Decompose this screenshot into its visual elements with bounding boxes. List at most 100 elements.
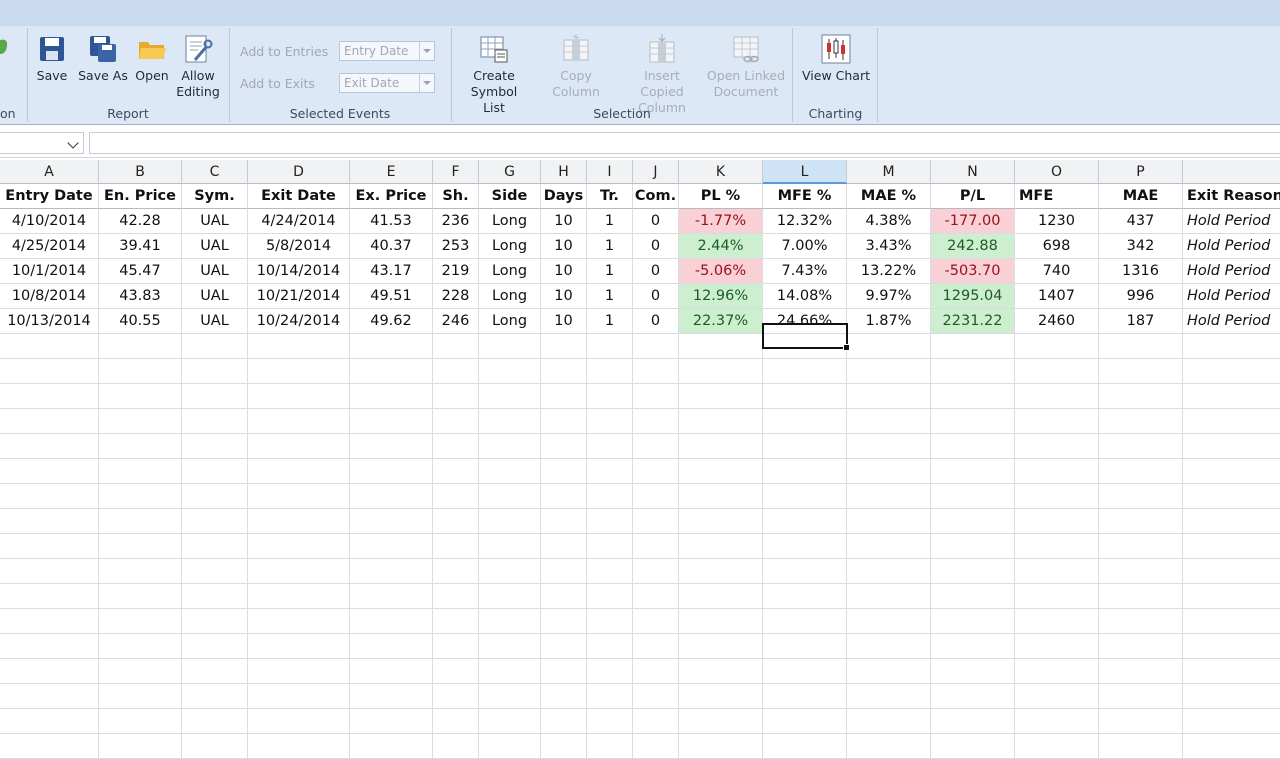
table-cell[interactable]	[1099, 359, 1183, 384]
table-cell[interactable]	[479, 334, 541, 359]
table-cell[interactable]: 342	[1099, 234, 1183, 259]
chevron-down-icon[interactable]	[67, 137, 79, 149]
table-cell[interactable]	[350, 534, 433, 559]
table-cell[interactable]	[1099, 634, 1183, 659]
table-cell[interactable]	[1183, 659, 1280, 684]
table-cell[interactable]	[679, 509, 763, 534]
table-cell[interactable]: 2.44%	[679, 234, 763, 259]
table-cell[interactable]	[587, 409, 633, 434]
table-cell[interactable]: UAL	[182, 309, 248, 334]
table-cell[interactable]	[182, 434, 248, 459]
table-cell[interactable]	[248, 634, 350, 659]
table-cell[interactable]	[633, 334, 679, 359]
table-cell[interactable]: 0	[633, 309, 679, 334]
table-cell[interactable]: 40.37	[350, 234, 433, 259]
column-header-q[interactable]	[1183, 160, 1280, 184]
table-cell[interactable]	[587, 434, 633, 459]
table-cell[interactable]: 1	[587, 234, 633, 259]
column-header-n[interactable]: N	[931, 160, 1015, 184]
table-cell[interactable]	[350, 384, 433, 409]
header-cell[interactable]: MFE	[1015, 184, 1099, 209]
table-cell[interactable]	[931, 734, 1015, 759]
table-cell[interactable]	[479, 609, 541, 634]
table-cell[interactable]	[931, 684, 1015, 709]
table-cell[interactable]	[1099, 709, 1183, 734]
table-cell[interactable]	[633, 634, 679, 659]
table-cell[interactable]	[541, 384, 587, 409]
table-cell[interactable]	[99, 434, 182, 459]
table-cell[interactable]	[0, 709, 99, 734]
table-cell[interactable]	[0, 484, 99, 509]
table-cell[interactable]: 253	[433, 234, 479, 259]
table-cell[interactable]	[1015, 559, 1099, 584]
table-cell[interactable]	[433, 634, 479, 659]
table-cell[interactable]: 7.00%	[763, 234, 847, 259]
table-cell[interactable]	[479, 459, 541, 484]
table-cell[interactable]: 4/24/2014	[248, 209, 350, 234]
table-cell[interactable]	[679, 609, 763, 634]
table-cell[interactable]: 42.28	[99, 209, 182, 234]
table-cell[interactable]: 228	[433, 284, 479, 309]
table-cell[interactable]	[433, 734, 479, 759]
table-cell[interactable]: 2231.22	[931, 309, 1015, 334]
table-cell[interactable]: 236	[433, 209, 479, 234]
table-cell[interactable]	[633, 659, 679, 684]
table-cell[interactable]	[763, 609, 847, 634]
entry-date-combo[interactable]: Entry Date	[339, 41, 435, 61]
create-symbol-list-button[interactable]: Create Symbol List	[458, 34, 530, 116]
table-cell[interactable]	[587, 534, 633, 559]
column-header-o[interactable]: O	[1015, 160, 1099, 184]
column-header-g[interactable]: G	[479, 160, 541, 184]
table-cell[interactable]	[633, 434, 679, 459]
table-cell[interactable]: 49.51	[350, 284, 433, 309]
table-cell[interactable]: Hold Period	[1183, 309, 1280, 334]
table-cell[interactable]	[633, 359, 679, 384]
table-cell[interactable]	[0, 659, 99, 684]
table-cell[interactable]	[763, 509, 847, 534]
table-cell[interactable]	[931, 709, 1015, 734]
table-cell[interactable]	[1183, 559, 1280, 584]
table-cell[interactable]	[479, 359, 541, 384]
open-button[interactable]: Open	[134, 34, 170, 84]
table-cell[interactable]	[99, 534, 182, 559]
table-cell[interactable]	[433, 484, 479, 509]
add-to-exits-button[interactable]: Add to Exits	[240, 76, 315, 91]
table-cell[interactable]	[350, 409, 433, 434]
table-cell[interactable]	[847, 509, 931, 534]
table-cell[interactable]	[433, 559, 479, 584]
table-cell[interactable]: UAL	[182, 259, 248, 284]
table-cell[interactable]	[541, 409, 587, 434]
table-cell[interactable]	[99, 559, 182, 584]
table-cell[interactable]	[0, 684, 99, 709]
table-cell[interactable]	[541, 559, 587, 584]
open-linked-document-button[interactable]: Open Linked Document	[706, 34, 786, 100]
table-cell[interactable]	[847, 359, 931, 384]
table-cell[interactable]	[679, 384, 763, 409]
table-cell[interactable]: Long	[479, 234, 541, 259]
header-cell[interactable]: Entry Date	[0, 184, 99, 209]
table-cell[interactable]	[679, 359, 763, 384]
table-cell[interactable]: 1	[587, 309, 633, 334]
table-cell[interactable]	[1015, 334, 1099, 359]
table-cell[interactable]	[1183, 334, 1280, 359]
table-cell[interactable]: 10/13/2014	[0, 309, 99, 334]
table-cell[interactable]	[99, 409, 182, 434]
table-cell[interactable]	[1015, 584, 1099, 609]
table-cell[interactable]	[847, 684, 931, 709]
table-cell[interactable]	[182, 634, 248, 659]
header-cell[interactable]: Sh.	[433, 184, 479, 209]
table-cell[interactable]: 12.96%	[679, 284, 763, 309]
table-cell[interactable]	[248, 409, 350, 434]
table-cell[interactable]	[99, 609, 182, 634]
table-cell[interactable]	[847, 534, 931, 559]
table-cell[interactable]	[1015, 734, 1099, 759]
table-cell[interactable]	[433, 409, 479, 434]
table-cell[interactable]	[1183, 384, 1280, 409]
table-cell[interactable]	[1183, 434, 1280, 459]
header-cell[interactable]: Days	[541, 184, 587, 209]
table-cell[interactable]	[248, 559, 350, 584]
save-button[interactable]: Save	[34, 34, 70, 84]
table-cell[interactable]	[433, 659, 479, 684]
header-cell[interactable]: MAE	[1099, 184, 1183, 209]
view-chart-button[interactable]: View Chart	[800, 34, 872, 84]
